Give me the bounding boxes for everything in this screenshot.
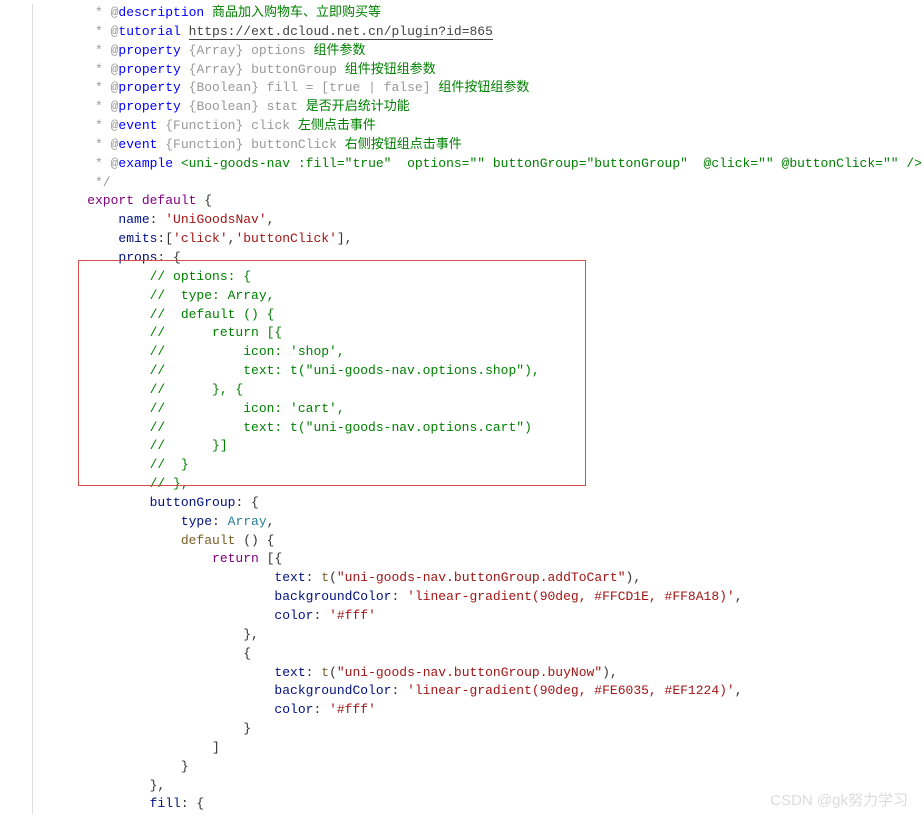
code-line: { [56,645,922,664]
code-line: text: t("uni-goods-nav.buttonGroup.buyNo… [56,664,922,683]
code-line: } [56,758,922,777]
code-line-commented: // }, { [56,381,922,400]
code-line: * @event {Function} buttonClick 右侧按钮组点击事… [56,136,922,155]
code-line: * @description 商品加入购物车、立即购买等 [56,4,922,23]
code-line-commented: // default () { [56,306,922,325]
code-line: props: { [56,249,922,268]
code-line-commented: // return [{ [56,324,922,343]
code-line: * @example <uni-goods-nav :fill="true" o… [56,155,922,174]
code-editor[interactable]: * @description 商品加入购物车、立即购买等 * @tutorial… [0,4,922,814]
code-line-commented: // } [56,456,922,475]
code-line-commented: // text: t("uni-goods-nav.options.shop")… [56,362,922,381]
code-line: } [56,720,922,739]
gutter-line [32,4,33,814]
code-line: * @property {Array} options 组件参数 [56,42,922,61]
code-line: type: Array, [56,513,922,532]
code-line-commented: // text: t("uni-goods-nav.options.cart") [56,419,922,438]
code-line: ] [56,739,922,758]
code-line-commented: // options: { [56,268,922,287]
code-line-commented: // icon: 'cart', [56,400,922,419]
code-line: }, [56,777,922,796]
code-line: * @property {Boolean} fill = [true | fal… [56,79,922,98]
code-line: * @property {Boolean} stat 是否开启统计功能 [56,98,922,117]
code-line: * @tutorial https://ext.dcloud.net.cn/pl… [56,23,922,42]
code-line: */ [56,174,922,193]
code-line: export default { [56,192,922,211]
code-line: text: t("uni-goods-nav.buttonGroup.addTo… [56,569,922,588]
code-line-commented: // type: Array, [56,287,922,306]
code-line: }, [56,626,922,645]
code-line: fill: { [56,795,922,814]
code-line: backgroundColor: 'linear-gradient(90deg,… [56,588,922,607]
code-line-commented: // }] [56,437,922,456]
code-line: name: 'UniGoodsNav', [56,211,922,230]
code-line: * @property {Array} buttonGroup 组件按钮组参数 [56,61,922,80]
code-line: emits:['click','buttonClick'], [56,230,922,249]
code-line: default () { [56,532,922,551]
code-line-commented: // icon: 'shop', [56,343,922,362]
code-line: * @event {Function} click 左侧点击事件 [56,117,922,136]
code-line: buttonGroup: { [56,494,922,513]
code-line: backgroundColor: 'linear-gradient(90deg,… [56,682,922,701]
code-line: return [{ [56,550,922,569]
code-line: color: '#fff' [56,701,922,720]
code-line: color: '#fff' [56,607,922,626]
code-line-commented: // }, [56,475,922,494]
